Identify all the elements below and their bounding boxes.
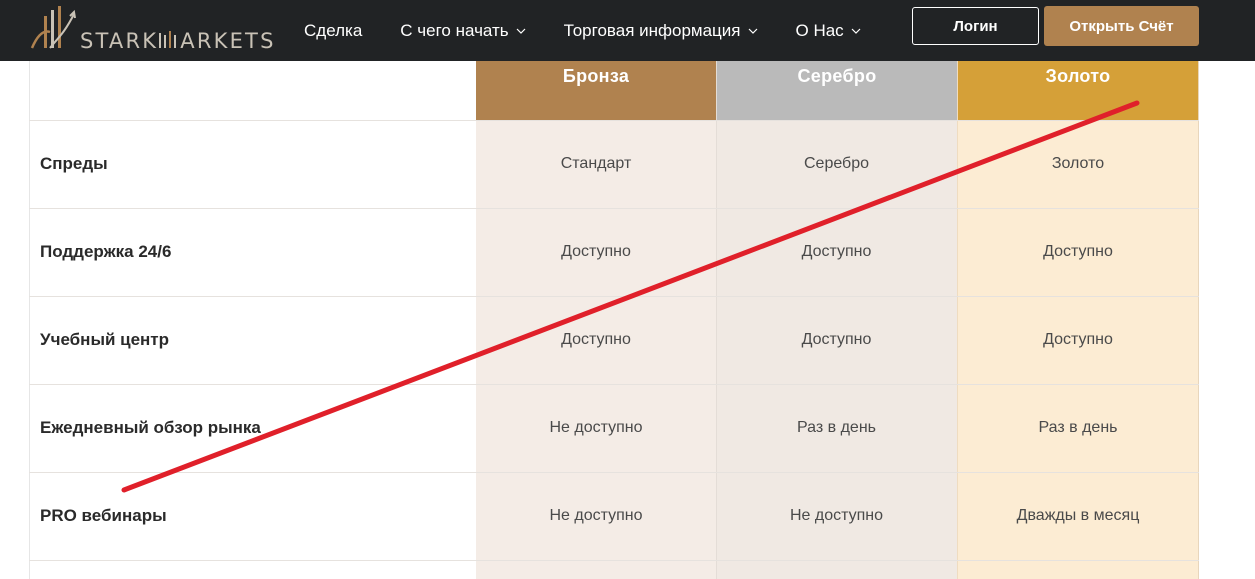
logo[interactable]: STARK ARKETS [30, 4, 275, 56]
tier-column-silver: Серебро [716, 61, 957, 579]
row-divider [29, 208, 1199, 209]
chevron-down-icon [851, 28, 861, 34]
nav-item-about[interactable]: О Нас [796, 21, 861, 41]
logo-mark-icon [30, 6, 76, 49]
table-cell: Не доступно [789, 507, 884, 524]
chevron-down-icon [516, 28, 526, 34]
nav-item-label: Сделка [304, 20, 363, 40]
table-cell: Не доступно [549, 419, 643, 436]
tier-header-bronze: Бронза [476, 61, 716, 120]
table-cell: Не доступно [549, 507, 643, 524]
row-label-spreads: Спреды [40, 154, 108, 173]
feature-label-column [29, 61, 476, 579]
row-label-pro-webinars: PRO вебинары [40, 506, 167, 525]
nav-item-deal[interactable]: Сделка [304, 21, 362, 41]
tier-column-bronze: Бронза [476, 61, 716, 579]
table-cell: Доступно [1043, 331, 1113, 348]
nav-item-trading-info[interactable]: Торговая информация [564, 21, 758, 41]
logo-m-bars-icon [159, 31, 177, 48]
tier-header-gold: Золото [958, 61, 1198, 120]
table-cell: Доступно [561, 331, 631, 348]
row-label-support: Поддержка 24/6 [40, 242, 172, 261]
logo-text-left: STARK [80, 29, 159, 53]
chevron-down-icon [748, 28, 757, 34]
nav-item-getting-started[interactable]: С чего начать [400, 20, 526, 41]
table-cell: Раз в день [797, 419, 876, 436]
table-cell: Золото [1051, 155, 1105, 172]
row-divider [29, 384, 1199, 385]
table-cell: Стандарт [560, 155, 632, 172]
table-cell: Доступно [801, 243, 872, 260]
nav-item-label: Торговая информация [563, 20, 741, 40]
table-cell: Доступно [801, 331, 872, 348]
table-cell: Доступно [561, 243, 631, 260]
nav-item-label: О Нас [795, 20, 844, 40]
open-account-button[interactable]: Открыть Счёт [1044, 6, 1199, 46]
site-header: STARK ARKETS Сделка С чего начать Торгова… [0, 0, 1255, 61]
table-cell: Раз в день [1038, 419, 1118, 436]
table-cell: Доступно [1043, 243, 1113, 260]
table-cell: Серебро [803, 155, 870, 172]
row-label-daily-review: Ежедневный обзор рынка [40, 418, 261, 437]
account-comparison-table: Бронза Серебро Золото Спреды Стандарт Се… [29, 61, 1199, 579]
login-button[interactable]: Логин [912, 7, 1039, 45]
tier-header-silver: Серебро [717, 61, 957, 120]
row-label-education: Учебный центр [40, 330, 170, 349]
table-cell: Дважды в месяц [1016, 507, 1140, 524]
nav-item-label: С чего начать [400, 20, 509, 40]
row-divider [29, 296, 1199, 297]
row-divider [29, 120, 1199, 121]
row-divider [29, 472, 1199, 473]
row-divider [29, 560, 1199, 561]
logo-text-right: ARKETS [180, 29, 276, 53]
logo-text: STARK ARKETS [80, 29, 276, 53]
tier-column-gold: Золото [957, 61, 1199, 579]
main-nav: Сделка С чего начать Торговая информация… [304, 0, 899, 61]
